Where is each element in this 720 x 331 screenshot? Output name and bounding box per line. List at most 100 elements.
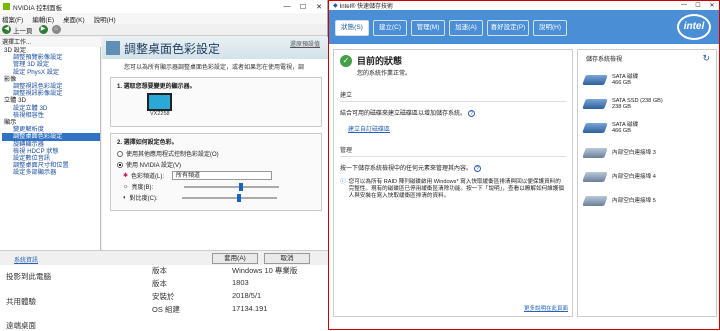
section-color-settings: 2. 選擇如何設定色彩。 使用其他應用程式控制色彩設定(O) 使用 NVIDIA… — [110, 133, 322, 211]
minimize-icon[interactable]: — — [677, 2, 691, 9]
channel-label: 色彩頻道(L): — [131, 174, 165, 180]
page-header: 調整桌面色彩設定 還原預設值 — [102, 37, 328, 59]
radio-other-apps[interactable] — [117, 150, 123, 157]
menu-help[interactable]: 說明(H) — [94, 14, 116, 24]
desktop-color-icon — [106, 41, 120, 55]
spec-value-installed: 2018/5/1 — [232, 291, 262, 300]
refresh-icon[interactable]: ↻ — [702, 53, 710, 64]
empty-port-icon — [582, 196, 608, 206]
tab-manage[interactable]: 管理(M) — [411, 20, 445, 36]
setting-nav-shared[interactable]: 共用體驗 — [6, 296, 36, 307]
disk-icon — [582, 75, 608, 85]
disk-icon — [582, 123, 608, 133]
nvidia-title: NVIDIA 控制面板 — [13, 4, 63, 12]
manage-text: 按一下儲存系統檢視中的任何元素來管理其內容。 — [340, 166, 473, 172]
build-heading: 建立 — [340, 90, 566, 102]
menu-edit[interactable]: 編輯(E) — [32, 14, 54, 24]
radio-other-apps-label[interactable]: 使用其他應用程式控制色彩設定(O) — [126, 149, 219, 158]
close-icon[interactable]: ✕ — [311, 3, 327, 11]
tree-item[interactable]: 管理 3D 設定 — [2, 61, 100, 68]
tab-preferences[interactable]: 喜好設定(P) — [487, 20, 529, 36]
system-info-link[interactable]: 系統資訊 — [14, 255, 38, 264]
device-name: 內部空白連接埠 5 — [612, 197, 656, 204]
back-icon[interactable]: ◀ — [2, 25, 11, 34]
menu-desktop[interactable]: 桌面(K) — [63, 14, 85, 24]
channel-select[interactable]: 所有頻道 — [172, 171, 273, 180]
help-icon[interactable]: ? — [468, 110, 476, 117]
nvidia-toolbar: ◀ 上一頁 ▶ ⌂ — [0, 24, 327, 36]
tree-title: 選擇工作... — [0, 37, 101, 47]
tab-accelerate[interactable]: 加速(A) — [449, 20, 483, 36]
cancel-button[interactable]: 取消 — [264, 253, 310, 264]
more-help-link[interactable]: 更多說明在此頁面 — [524, 304, 568, 312]
intel-rst-window: ◆ Intel® 快速儲存技術 — ☐ ✕ 狀態(S) 建立(C) 管理(M) 加速… — [328, 0, 720, 330]
contrast-icon: ◐ — [123, 194, 127, 201]
manage-heading: 管理 — [340, 145, 566, 157]
tab-help[interactable]: 說明(H) — [533, 20, 567, 36]
tree-item[interactable]: 設定立體 3D — [2, 105, 100, 112]
setting-nav-projection[interactable]: 投影到此電腦 — [6, 271, 51, 282]
create-custom-volume-link[interactable]: 建立自訂磁碟區 — [348, 124, 572, 133]
section-select-display: 1. 選取您想要變更的顯示器。 VX2258 — [110, 77, 322, 127]
spec-value-edition: Windows 10 專業版 — [232, 266, 298, 275]
setting-nav-remote[interactable]: 遠端桌面 — [6, 320, 36, 331]
storage-device[interactable]: SATA 磁碟 466 GB — [582, 69, 710, 91]
maximize-icon[interactable]: ☐ — [295, 3, 311, 11]
tab-create[interactable]: 建立(C) — [373, 20, 407, 36]
spec-label-version: 版本 — [152, 279, 167, 288]
manage-row: 按一下儲存系統檢視中的任何元素來管理其內容。? — [340, 163, 566, 172]
brightness-icon: ☼ — [123, 183, 129, 190]
restore-defaults-link[interactable]: 還原預設值 — [290, 39, 320, 48]
tree-item[interactable]: 設定多部顯示器 — [2, 169, 100, 176]
monitor-icon[interactable] — [147, 93, 172, 111]
forward-icon[interactable]: ▶ — [38, 25, 48, 34]
nvidia-footer: 系統資訊 套用(A) 取消 — [0, 250, 328, 265]
empty-port-icon — [582, 148, 608, 158]
help-icon[interactable]: ? — [474, 165, 482, 172]
channel-icon: ✱ — [123, 173, 129, 179]
build-text: 結合可用的磁碟來建立磁碟區以增加儲存系統。 — [340, 111, 467, 117]
storage-device[interactable]: SATA SSD (238 GB) 238 GB — [582, 93, 710, 115]
intel-title: Intel® 快速儲存技術 — [339, 4, 394, 10]
maximize-icon[interactable]: ☐ — [691, 2, 705, 9]
intel-titlebar: ◆ Intel® 快速儲存技術 — ☐ ✕ — [329, 1, 719, 10]
storage-device[interactable]: 內部空白連接埠 3 — [582, 142, 710, 164]
menu-file[interactable]: 檔案(F) — [2, 14, 23, 24]
tree-item[interactable]: 設定 PhysX 設定 — [2, 69, 100, 76]
device-size: 238 GB — [612, 104, 631, 110]
storage-view: 儲存系統檢視 ↻ SATA 磁碟 466 GB SATA SSD (238 GB) 2… — [577, 49, 717, 317]
home-icon[interactable]: ⌂ — [51, 25, 61, 34]
contrast-slider[interactable] — [181, 193, 277, 202]
contrast-thumb[interactable] — [236, 193, 241, 202]
intel-tab-bar: 狀態(S) 建立(C) 管理(M) 加速(A) 喜好設定(P) 說明(H) in… — [329, 10, 719, 44]
storage-device[interactable]: 內部空白連接埠 4 — [582, 166, 710, 188]
page-title: 調整桌面色彩設定 — [124, 41, 221, 56]
tree-item[interactable]: 檢視相容性 — [2, 112, 100, 119]
tree-item[interactable]: 調整桌面色彩設定 — [2, 133, 100, 141]
tree-category[interactable]: 立體 3D — [2, 97, 100, 104]
status-ok-icon: ✓ — [340, 54, 352, 67]
tab-status[interactable]: 狀態(S) — [335, 20, 369, 36]
close-icon[interactable]: ✕ — [705, 2, 719, 9]
storage-device[interactable]: SATA 磁碟 466 GB — [582, 117, 710, 139]
back-label[interactable]: 上一頁 — [13, 25, 33, 35]
brightness-thumb[interactable] — [238, 182, 243, 191]
storage-device[interactable]: 內部空白連接埠 5 — [582, 190, 710, 212]
nvidia-main: 調整桌面色彩設定 還原預設值 您可以為所有顯示器調整桌面色彩設定，或者如果您在使… — [102, 37, 328, 255]
brightness-slider[interactable] — [183, 182, 279, 191]
tree-item[interactable]: 檢視 HDCP 狀態 — [2, 148, 100, 155]
page-description: 您可以為所有顯示器調整桌面色彩設定，或者如果您在使用電視，調 — [124, 65, 305, 71]
spec-value-build: 17134.191 — [232, 304, 268, 313]
apply-button[interactable]: 套用(A) — [212, 253, 258, 264]
radio-nvidia-settings[interactable] — [117, 161, 123, 168]
spec-label-installed: 安裝於 — [152, 292, 175, 301]
tree-item[interactable]: 旋轉顯示器 — [2, 141, 100, 148]
storage-title: 儲存系統檢視 — [586, 57, 623, 63]
monitor-label[interactable]: VX2258 — [150, 111, 315, 117]
minimize-icon[interactable]: — — [279, 3, 295, 11]
nvidia-menubar: 檔案(F) 編輯(E) 桌面(K) 說明(H) — [0, 13, 327, 24]
tree-category[interactable]: 影像 — [2, 76, 100, 83]
spec-value-version: 1803 — [232, 278, 249, 287]
nvidia-window: NVIDIA 控制面板 — ☐ ✕ 檔案(F) 編輯(E) 桌面(K) 說明(H) … — [0, 0, 328, 265]
radio-nvidia-settings-label[interactable]: 使用 NVIDIA 設定(V) — [126, 160, 181, 169]
